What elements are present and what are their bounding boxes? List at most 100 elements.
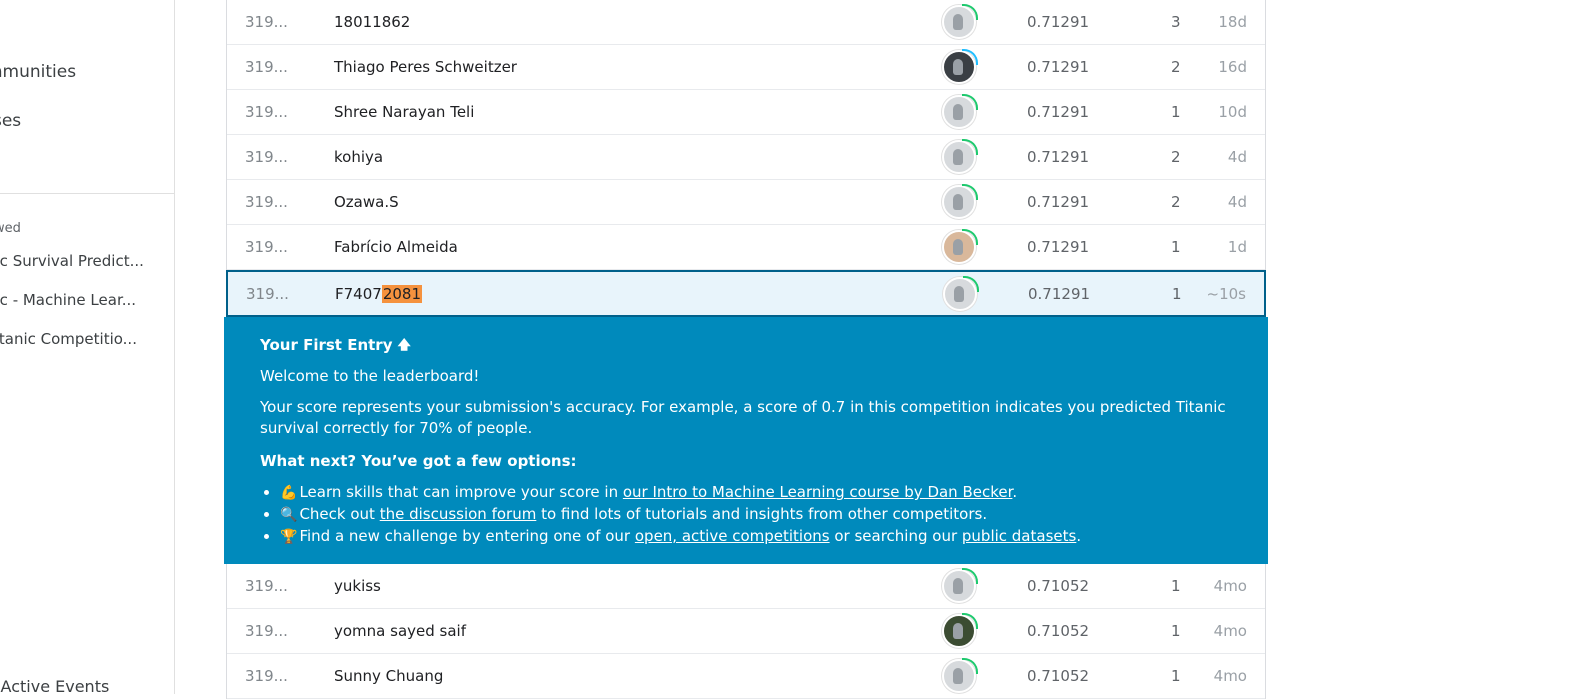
avatar[interactable] <box>942 94 978 129</box>
team-name[interactable]: 18011862 <box>334 13 410 31</box>
rank: 319... <box>245 58 288 76</box>
table-row[interactable]: 319... Shree Narayan Teli 0.71291 1 10d <box>227 90 1265 135</box>
rank: 319... <box>245 13 288 31</box>
last-submission: 16d <box>1218 58 1247 76</box>
entries-count: 2 <box>1171 58 1181 76</box>
flexed-biceps-icon: 💪 <box>280 485 298 501</box>
option-item: 🏆Find a new challenge by entering one of… <box>280 526 1232 548</box>
sidebar-nav-courses[interactable]: rses <box>0 111 21 131</box>
entries-count: 2 <box>1171 193 1181 211</box>
score: 0.71291 <box>1027 58 1090 76</box>
table-row[interactable]: 319... kohiya 0.71291 2 4d <box>227 135 1265 180</box>
current-entry-row[interactable]: 319... F74072081 0.71291 1 ~10s <box>226 270 1266 317</box>
first-entry-title-text: Your First Entry <box>260 336 393 354</box>
active-events-link[interactable]: y Active Events <box>0 677 109 694</box>
team-name[interactable]: Thiago Peres Schweitzer <box>334 58 517 76</box>
avatar[interactable] <box>942 613 978 648</box>
rank: 319... <box>245 622 288 640</box>
option-item: 💪Learn skills that can improve your scor… <box>280 482 1232 504</box>
table-row[interactable]: 319... yomna sayed saif 0.71052 1 4mo <box>227 609 1265 654</box>
avatar[interactable] <box>942 568 978 603</box>
sidebar-divider <box>0 193 174 194</box>
what-next-heading: What next? You’ve got a few options: <box>260 452 577 470</box>
search-highlight: 2081 <box>381 284 422 303</box>
avatar-silhouette-icon <box>953 578 963 594</box>
avatar[interactable] <box>943 275 979 311</box>
last-submission: 4mo <box>1213 667 1247 685</box>
rank: 319... <box>245 103 288 121</box>
public-datasets-link[interactable]: public datasets <box>962 527 1076 545</box>
team-name[interactable]: yukiss <box>334 577 381 595</box>
intro-ml-course-link[interactable]: our Intro to Machine Learning course by … <box>623 483 1013 501</box>
avatar-silhouette-icon <box>953 104 963 120</box>
sidebar: e mmunities rses e ewed nic Survival Pre… <box>0 0 175 694</box>
score: 0.71291 <box>1027 103 1090 121</box>
option-text: . <box>1012 483 1018 501</box>
entries-count: 1 <box>1171 622 1181 640</box>
table-row[interactable]: 319... 18011862 0.71291 3 18d <box>227 0 1265 45</box>
option-text: to find lots of tutorials and insights f… <box>536 505 988 523</box>
avatar[interactable] <box>942 139 978 174</box>
trophy-icon: 🏆 <box>280 529 298 545</box>
last-submission: 18d <box>1218 13 1247 31</box>
active-competitions-link[interactable]: open, active competitions <box>635 527 830 545</box>
rank: 319... <box>245 667 288 685</box>
team-name[interactable]: F74072081 <box>335 284 422 303</box>
team-name[interactable]: Sunny Chuang <box>334 667 443 685</box>
option-text: . <box>1076 527 1082 545</box>
last-submission: 4mo <box>1213 622 1247 640</box>
score-explanation: Your score represents your submission's … <box>260 398 1226 437</box>
sidebar-nav-communities[interactable]: mmunities <box>0 62 76 82</box>
avatar-silhouette-icon <box>953 668 963 684</box>
first-entry-panel: Your First Entry 🡅 Welcome to the leader… <box>224 317 1268 564</box>
avatar-silhouette-icon <box>953 623 963 639</box>
team-name[interactable]: yomna sayed saif <box>334 622 466 640</box>
welcome-text: Welcome to the leaderboard! <box>260 367 480 385</box>
score: 0.71291 <box>1028 284 1091 303</box>
avatar[interactable] <box>942 229 978 264</box>
table-row[interactable]: 319... Fabrício Almeida 0.71291 1 1d <box>227 225 1265 270</box>
avatar[interactable] <box>942 49 978 84</box>
score: 0.71291 <box>1027 148 1090 166</box>
avatar-silhouette-icon <box>954 285 964 302</box>
recent-item[interactable]: nic Survival Predict... <box>0 252 144 270</box>
table-row[interactable]: 319... yukiss 0.71052 1 4mo <box>227 564 1265 609</box>
recent-item[interactable]: Titanic Competitio... <box>0 330 137 348</box>
rank: 319... <box>246 284 289 303</box>
avatar-silhouette-icon <box>953 239 963 255</box>
avatar[interactable] <box>942 658 978 693</box>
recent-item[interactable]: nic - Machine Lear... <box>0 291 136 309</box>
team-name[interactable]: Shree Narayan Teli <box>334 103 474 121</box>
discussion-forum-link[interactable]: the discussion forum <box>380 505 537 523</box>
avatar[interactable] <box>942 4 978 39</box>
avatar-silhouette-icon <box>953 149 963 165</box>
option-text: Check out <box>299 505 380 523</box>
table-row[interactable]: 319... Ozawa.S 0.71291 2 4d <box>227 180 1265 225</box>
team-name[interactable]: kohiya <box>334 148 383 166</box>
entries-count: 1 <box>1172 284 1182 303</box>
score: 0.71291 <box>1027 193 1090 211</box>
avatar-silhouette-icon <box>953 14 963 30</box>
rank: 319... <box>245 577 288 595</box>
entries-count: 1 <box>1171 103 1181 121</box>
entries-count: 1 <box>1171 577 1181 595</box>
team-name[interactable]: Ozawa.S <box>334 193 399 211</box>
avatar-silhouette-icon <box>953 59 963 75</box>
recently-viewed-heading: ewed <box>0 221 21 236</box>
entries-count: 1 <box>1171 238 1181 256</box>
entries-count: 3 <box>1171 13 1181 31</box>
score: 0.71291 <box>1027 13 1090 31</box>
table-row[interactable]: 319... Thiago Peres Schweitzer 0.71291 2 16d <box>227 45 1265 90</box>
magnifier-icon: 🔍 <box>280 507 298 523</box>
option-text: or searching our <box>829 527 962 545</box>
avatar[interactable] <box>942 184 978 219</box>
team-name[interactable]: Fabrício Almeida <box>334 238 458 256</box>
avatar-silhouette-icon <box>953 194 963 210</box>
arrow-up-icon: 🡅 <box>397 338 411 353</box>
last-submission: 4d <box>1227 193 1247 211</box>
rank: 319... <box>245 238 288 256</box>
options-list: 💪Learn skills that can improve your scor… <box>260 482 1232 548</box>
last-submission: 1d <box>1227 238 1247 256</box>
table-row[interactable]: 319... Sunny Chuang 0.71052 1 4mo <box>227 654 1265 699</box>
leaderboard: 319... 18011862 0.71291 3 18d 319... Thiago Pe… <box>224 0 1268 699</box>
